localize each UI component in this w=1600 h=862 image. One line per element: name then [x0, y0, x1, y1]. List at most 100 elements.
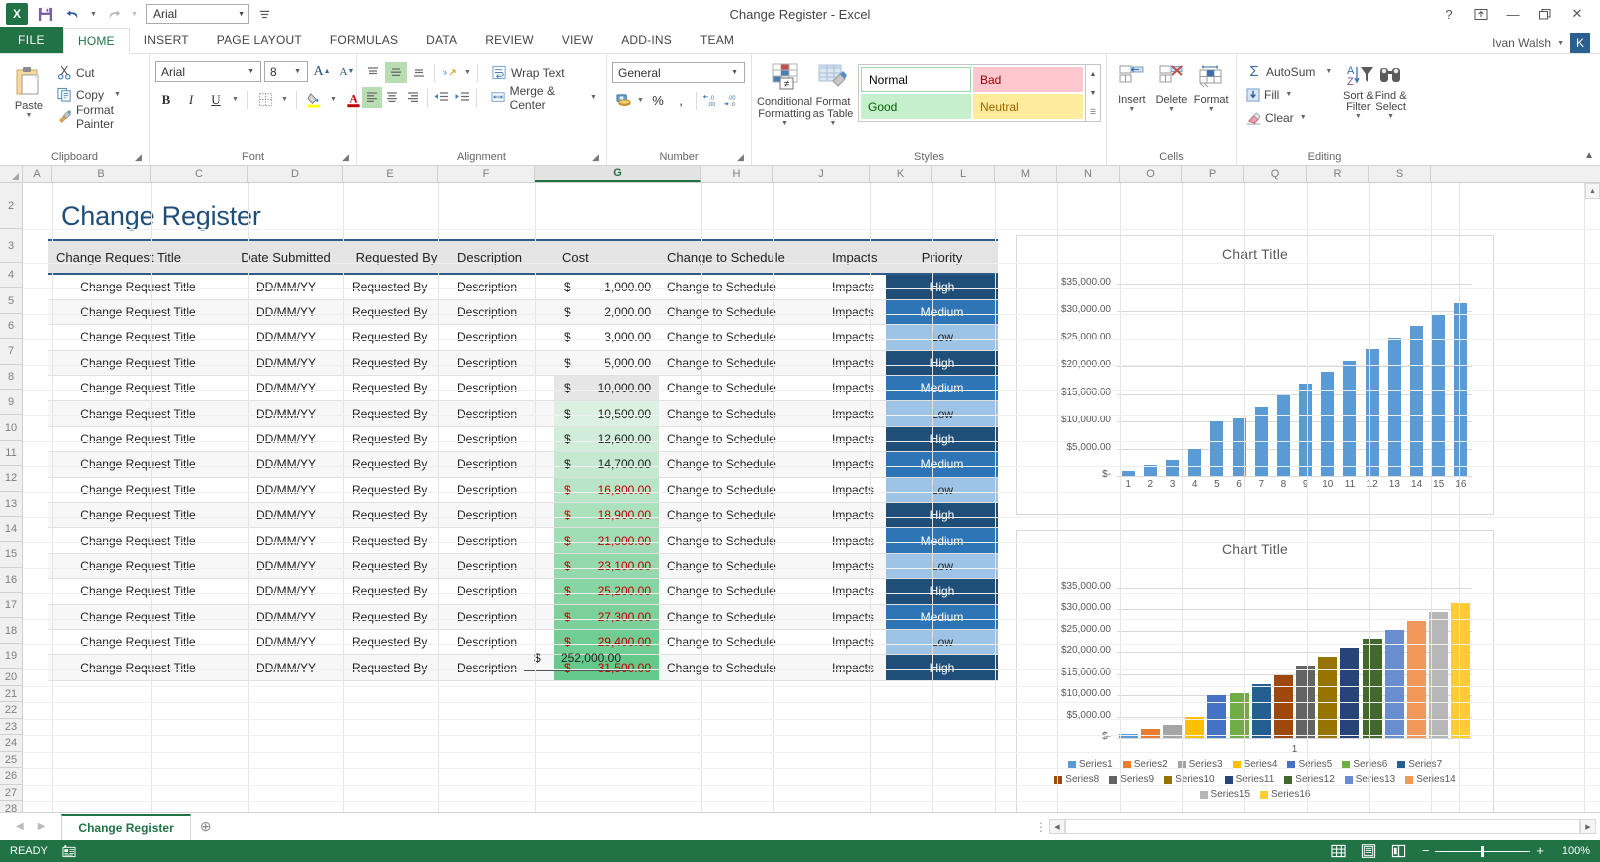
- table-cell[interactable]: DD/MM/YY: [228, 325, 344, 350]
- merge-center-button[interactable]: Merge & Center ▼: [487, 87, 601, 108]
- table-cell[interactable]: DD/MM/YY: [228, 376, 344, 401]
- table-cell[interactable]: Change Request Title: [48, 274, 228, 299]
- tab-add-ins[interactable]: ADD-INS: [607, 27, 686, 53]
- priority-badge[interactable]: Low: [886, 553, 998, 578]
- page-layout-view-button[interactable]: [1354, 840, 1384, 862]
- table-cell[interactable]: Change Request Title: [48, 452, 228, 477]
- table-row[interactable]: Change Request TitleDD/MM/YYRequested By…: [48, 426, 998, 451]
- cost-cell[interactable]: $27,300.00: [554, 604, 659, 629]
- increase-indent-button[interactable]: [452, 87, 472, 108]
- zoom-thumb[interactable]: [1481, 846, 1484, 857]
- cut-button[interactable]: Cut: [53, 62, 144, 83]
- table-cell[interactable]: Impacts: [824, 553, 886, 578]
- table-cell[interactable]: Impacts: [824, 376, 886, 401]
- page-break-view-button[interactable]: [1384, 840, 1414, 862]
- cost-cell[interactable]: $12,600.00: [554, 426, 659, 451]
- table-cell[interactable]: Change Request Title: [48, 655, 228, 680]
- table-cell[interactable]: Change to Schedule: [659, 325, 824, 350]
- priority-badge[interactable]: High: [886, 274, 998, 299]
- table-cell[interactable]: Requested By: [344, 350, 449, 375]
- chart-top[interactable]: Chart Title $35,000.00$30,000.00$25,000.…: [1016, 235, 1494, 515]
- hscroll-track[interactable]: [1065, 819, 1580, 834]
- clear-button[interactable]: Clear ▼: [1242, 107, 1336, 128]
- table-cell[interactable]: Impacts: [824, 350, 886, 375]
- tab-formulas[interactable]: FORMULAS: [316, 27, 412, 53]
- row-header-14[interactable]: 14: [0, 517, 22, 542]
- format-painter-button[interactable]: Format Painter: [53, 106, 144, 127]
- gallery-more-icon[interactable]: ☰: [1086, 102, 1100, 121]
- row-header-20[interactable]: 20: [0, 669, 22, 686]
- row-header-19[interactable]: 19: [0, 644, 22, 669]
- priority-badge[interactable]: Low: [886, 629, 998, 654]
- table-cell[interactable]: Impacts: [824, 299, 886, 324]
- table-row[interactable]: Change Request TitleDD/MM/YYRequested By…: [48, 528, 998, 553]
- column-header-b[interactable]: B: [52, 166, 151, 182]
- sort-filter-button[interactable]: A Z Sort & Filter ▼: [1342, 61, 1374, 120]
- row-header-18[interactable]: 18: [0, 618, 22, 643]
- column-header-m[interactable]: M: [995, 166, 1057, 182]
- conditional-formatting-button[interactable]: ≠ Conditional Formatting ▼: [757, 60, 812, 127]
- table-cell[interactable]: Requested By: [344, 553, 449, 578]
- table-cell[interactable]: DD/MM/YY: [228, 528, 344, 553]
- cost-cell[interactable]: $25,200.00: [554, 579, 659, 604]
- increase-decimal-button[interactable]: .0.00: [701, 90, 721, 111]
- table-cell[interactable]: Description: [449, 350, 554, 375]
- style-normal[interactable]: Normal: [861, 67, 971, 92]
- table-cell[interactable]: Requested By: [344, 604, 449, 629]
- table-cell[interactable]: Impacts: [824, 528, 886, 553]
- decrease-indent-button[interactable]: [432, 87, 452, 108]
- column-header-e[interactable]: E: [343, 166, 438, 182]
- column-header-k[interactable]: K: [870, 166, 932, 182]
- table-cell[interactable]: Impacts: [824, 426, 886, 451]
- table-cell[interactable]: Change Request Title: [48, 376, 228, 401]
- table-row[interactable]: Change Request TitleDD/MM/YYRequested By…: [48, 299, 998, 324]
- table-cell[interactable]: DD/MM/YY: [228, 350, 344, 375]
- increase-font-size-button[interactable]: A▲: [311, 61, 333, 82]
- row-header-2[interactable]: 2: [0, 183, 22, 229]
- table-cell[interactable]: Requested By: [344, 655, 449, 680]
- table-cell[interactable]: Change to Schedule: [659, 426, 824, 451]
- select-all-corner[interactable]: [0, 166, 23, 182]
- row-header-17[interactable]: 17: [0, 593, 22, 618]
- cost-cell[interactable]: $18,900.00: [554, 503, 659, 528]
- table-cell[interactable]: Requested By: [344, 426, 449, 451]
- table-cell[interactable]: Change Request Title: [48, 299, 228, 324]
- priority-badge[interactable]: Medium: [886, 299, 998, 324]
- align-middle-button[interactable]: [385, 62, 407, 83]
- table-cell[interactable]: Change to Schedule: [659, 655, 824, 680]
- table-cell[interactable]: Change Request Title: [48, 401, 228, 426]
- table-cell[interactable]: Change to Schedule: [659, 579, 824, 604]
- column-header-j[interactable]: J: [773, 166, 870, 182]
- row-header-12[interactable]: 12: [0, 466, 22, 491]
- table-cell[interactable]: Requested By: [344, 477, 449, 502]
- row-header-5[interactable]: 5: [0, 288, 22, 313]
- table-cell[interactable]: Description: [449, 553, 554, 578]
- column-header-q[interactable]: Q: [1244, 166, 1307, 182]
- row-header-3[interactable]: 3: [0, 229, 22, 263]
- table-cell[interactable]: Description: [449, 528, 554, 553]
- row-header-7[interactable]: 7: [0, 339, 22, 364]
- table-cell[interactable]: Change to Schedule: [659, 299, 824, 324]
- table-cell[interactable]: Impacts: [824, 579, 886, 604]
- undo-icon[interactable]: [60, 2, 86, 26]
- table-cell[interactable]: Change Request Title: [48, 325, 228, 350]
- underline-button[interactable]: U: [205, 89, 227, 110]
- table-row[interactable]: Change Request TitleDD/MM/YYRequested By…: [48, 579, 998, 604]
- cost-cell[interactable]: $5,000.00: [554, 350, 659, 375]
- table-row[interactable]: Change Request TitleDD/MM/YYRequested By…: [48, 401, 998, 426]
- table-row[interactable]: Change Request TitleDD/MM/YYRequested By…: [48, 452, 998, 477]
- row-header-15[interactable]: 15: [0, 542, 22, 567]
- table-cell[interactable]: DD/MM/YY: [228, 401, 344, 426]
- table-cell[interactable]: Description: [449, 604, 554, 629]
- cost-cell[interactable]: $10,000.00: [554, 376, 659, 401]
- table-cell[interactable]: Impacts: [824, 604, 886, 629]
- row-header-13[interactable]: 13: [0, 492, 22, 517]
- table-cell[interactable]: Requested By: [344, 452, 449, 477]
- cost-cell[interactable]: $3,000.00: [554, 325, 659, 350]
- priority-badge[interactable]: High: [886, 579, 998, 604]
- undo-dropdown-icon[interactable]: ▼: [88, 2, 99, 26]
- row-header-22[interactable]: 22: [0, 702, 22, 719]
- qat-font-combo[interactable]: Arial ▼: [146, 4, 249, 24]
- row-header-8[interactable]: 8: [0, 365, 22, 390]
- priority-badge[interactable]: Medium: [886, 604, 998, 629]
